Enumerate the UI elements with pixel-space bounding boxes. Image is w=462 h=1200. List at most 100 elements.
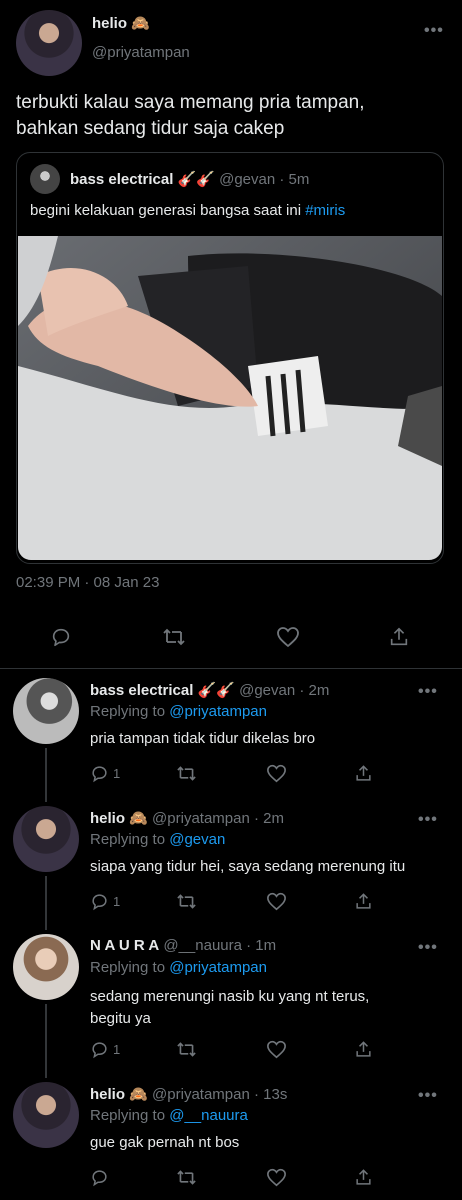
quoted-header: bass electrical 🎸🎸 @gevan · 5m — [70, 170, 309, 188]
reply-text: pria tampan tidak tidur dikelas bro — [90, 730, 316, 747]
reply-header: N A U R A @__nauura · 1m — [90, 937, 276, 954]
reply-author-name[interactable]: bass electrical — [90, 682, 193, 699]
hashtag-link[interactable]: #miris — [305, 202, 345, 219]
like-button[interactable] — [266, 1040, 287, 1059]
divider — [0, 668, 462, 669]
avatar[interactable] — [13, 806, 79, 872]
reply-author-emoji: 🙈 — [129, 1086, 148, 1103]
like-button[interactable] — [276, 626, 300, 648]
reply-header: helio 🙈 @priyatampan · 2m — [90, 809, 284, 827]
tweet-timestamp[interactable]: 02:39 PM · 08 Jan 23 — [16, 574, 159, 591]
share-button[interactable] — [354, 892, 373, 911]
heart-icon — [267, 1040, 286, 1059]
quoted-handle-time: @gevan · 5m — [219, 171, 310, 188]
share-button[interactable] — [354, 764, 373, 783]
thread-line — [45, 876, 47, 930]
quoted-author-name: bass electrical — [70, 171, 174, 188]
reply-button[interactable]: 1 — [90, 1040, 120, 1059]
reply-handle-time[interactable]: @__nauura · 1m — [163, 937, 276, 954]
retweet-icon — [163, 628, 185, 646]
reply-icon — [92, 766, 107, 783]
reply-handle-time[interactable]: @priyatampan · 13s — [152, 1086, 287, 1103]
reply-author-name[interactable]: helio — [90, 1086, 125, 1103]
reply-author-emoji: 🎸🎸 — [197, 682, 235, 699]
avatar[interactable] — [13, 934, 79, 1000]
replying-to: Replying to @priyatampan — [90, 703, 267, 720]
mention-link[interactable]: @priyatampan — [169, 959, 267, 976]
retweet-button[interactable] — [176, 1040, 197, 1059]
reply-text: sedang merenungi nasib ku yang nt terus,… — [90, 988, 370, 1027]
share-icon — [356, 1041, 371, 1057]
share-icon — [356, 893, 371, 909]
reply-count: 1 — [113, 766, 121, 781]
mention-link[interactable]: @priyatampan — [169, 703, 267, 720]
author-emoji: 🙈 — [131, 15, 150, 32]
tweet-text-line: bahkan sedang tidur saja cakep — [16, 118, 285, 139]
more-options-icon[interactable]: ••• — [418, 811, 438, 829]
quoted-author-emoji: 🎸🎸 — [177, 171, 215, 188]
reply-handle-time[interactable]: @priyatampan · 2m — [152, 810, 284, 827]
mention-link[interactable]: @__nauura — [169, 1107, 248, 1124]
reply-button[interactable] — [90, 1168, 113, 1187]
thread-line — [45, 748, 47, 802]
replying-to: Replying to @__nauura — [90, 1107, 248, 1124]
more-options-icon[interactable]: ••• — [418, 683, 438, 701]
reply-button[interactable] — [50, 626, 72, 648]
author-handle[interactable]: @priyatampan — [92, 44, 190, 61]
more-options-icon[interactable]: ••• — [418, 939, 438, 957]
quoted-text: begini kelakuan generasi bangsa saat ini… — [30, 202, 346, 219]
reply-header: helio 🙈 @priyatampan · 13s — [90, 1085, 287, 1103]
heart-icon — [267, 892, 286, 911]
reply-icon — [52, 628, 70, 647]
share-button[interactable] — [354, 1040, 373, 1059]
reply-text: siapa yang tidur hei, saya sedang merenu… — [90, 858, 406, 875]
thread-line — [45, 1004, 47, 1078]
like-button[interactable] — [266, 1168, 287, 1187]
quoted-avatar — [30, 164, 60, 194]
heart-icon — [267, 1168, 286, 1187]
replying-to: Replying to @gevan — [90, 831, 226, 848]
heart-icon — [267, 764, 286, 783]
reply-icon — [92, 1170, 107, 1187]
author-name[interactable]: helio — [92, 15, 127, 32]
more-options-icon[interactable]: ••• — [418, 1087, 438, 1105]
reply-author-name[interactable]: helio — [90, 810, 125, 827]
retweet-icon — [177, 1170, 196, 1185]
heart-icon — [277, 627, 299, 648]
avatar[interactable] — [13, 1082, 79, 1148]
like-button[interactable] — [266, 764, 287, 783]
share-icon — [356, 1169, 371, 1185]
reply-button[interactable]: 1 — [90, 764, 120, 783]
retweet-icon — [177, 1042, 196, 1057]
tweet-text: terbukti kalau saya memang pria tampan, … — [16, 90, 365, 142]
retweet-button[interactable] — [176, 764, 197, 783]
like-button[interactable] — [266, 892, 287, 911]
reply-text: gue gak pernah nt bos — [90, 1134, 240, 1151]
tweet-text-line: terbukti kalau saya memang pria tampan, — [16, 92, 365, 113]
share-icon — [390, 627, 408, 646]
reply-count: 1 — [113, 1042, 121, 1057]
reply-author-name[interactable]: N A U R A — [90, 937, 159, 954]
reply-icon — [92, 1042, 107, 1059]
replying-to: Replying to @priyatampan — [90, 959, 267, 976]
retweet-icon — [177, 894, 196, 909]
reply-button[interactable]: 1 — [90, 892, 120, 911]
avatar[interactable] — [16, 10, 82, 76]
share-button[interactable] — [354, 1168, 373, 1187]
quoted-photo[interactable] — [18, 236, 442, 560]
retweet-icon — [177, 766, 196, 781]
avatar[interactable] — [13, 678, 79, 744]
mention-link[interactable]: @gevan — [169, 831, 225, 848]
more-options-icon[interactable]: ••• — [424, 22, 444, 40]
retweet-button[interactable] — [176, 892, 197, 911]
retweet-button[interactable] — [176, 1168, 197, 1187]
share-icon — [356, 765, 371, 781]
reply-header: bass electrical 🎸🎸 @gevan · 2m — [90, 681, 329, 699]
author-name-row[interactable]: helio 🙈 — [92, 14, 150, 32]
reply-handle-time[interactable]: @gevan · 2m — [239, 682, 329, 699]
share-button[interactable] — [388, 626, 410, 648]
reply-icon — [92, 894, 107, 911]
reply-count: 1 — [113, 894, 121, 909]
retweet-button[interactable] — [162, 626, 186, 648]
reply-author-emoji: 🙈 — [129, 810, 148, 827]
